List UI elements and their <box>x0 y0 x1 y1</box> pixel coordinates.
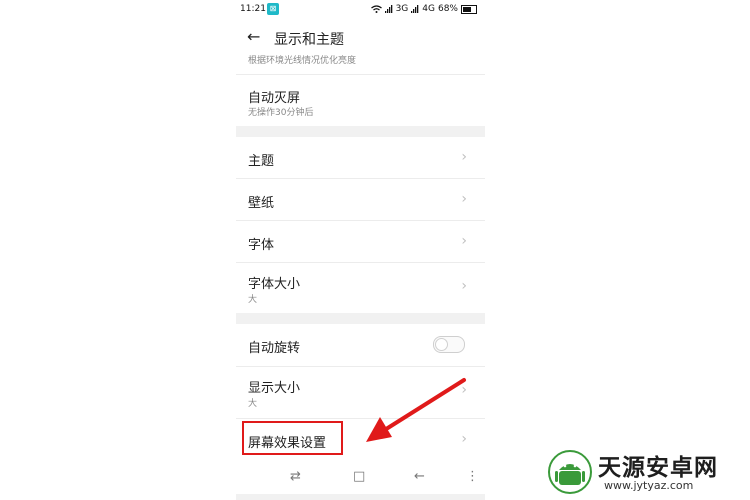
page-title: 显示和主题 <box>274 32 344 48</box>
signal-icon <box>411 5 419 13</box>
wifi-icon <box>370 5 382 13</box>
chevron-right-icon: › <box>461 382 467 398</box>
settings-card-theme: 主题 › 壁纸 › 字体 › 字体大小 大 › <box>236 137 485 313</box>
auto-rotate-row[interactable]: 自动旋转 <box>236 324 485 367</box>
status-indicators: 3G 4G 68% <box>370 4 477 14</box>
theme-row[interactable]: 主题 › <box>236 137 485 179</box>
chevron-right-icon: › <box>461 278 467 294</box>
auto-lock-title: 自动灭屏 <box>248 91 301 106</box>
navigation-bar: ⇄ □ ← ⋮ <box>236 462 485 494</box>
font-size-subtitle: 大 <box>248 295 258 305</box>
font-row[interactable]: 字体 › <box>236 221 485 263</box>
settings-card-screen: 根据环境光线情况优化亮度 自动灭屏 无操作30分钟后 <box>236 56 485 126</box>
display-size-row[interactable]: 显示大小 大 › <box>236 367 485 419</box>
display-size-title: 显示大小 <box>248 381 301 396</box>
battery-icon <box>461 4 477 14</box>
back-icon[interactable]: ← <box>414 469 425 484</box>
watermark-title: 天源安卓网 <box>598 455 718 481</box>
watermark: 天源安卓网 www.jytyaz.com <box>548 448 748 496</box>
display-size-subtitle: 大 <box>248 399 258 409</box>
network-4g-label: 4G <box>422 4 435 14</box>
app-bar: ← 显示和主题 <box>236 19 485 57</box>
font-size-title: 字体大小 <box>248 277 301 292</box>
arrow-left-icon[interactable]: ← <box>247 27 260 46</box>
network-3g-label: 3G <box>395 4 409 14</box>
wallpaper-title: 壁纸 <box>248 196 275 211</box>
chevron-right-icon: › <box>461 191 467 207</box>
auto-rotate-toggle[interactable] <box>433 336 465 353</box>
chevron-right-icon: › <box>461 149 467 165</box>
auto-rotate-title: 自动旋转 <box>248 341 301 356</box>
home-icon[interactable]: □ <box>353 469 365 484</box>
signal-icon <box>384 5 392 13</box>
theme-title: 主题 <box>248 154 275 169</box>
adaptive-brightness-subtitle: 根据环境光线情况优化亮度 <box>248 56 357 66</box>
chevron-right-icon: › <box>461 431 467 447</box>
recents-icon[interactable]: ⇄ <box>290 469 301 484</box>
chevron-right-icon: › <box>461 233 467 249</box>
notification-app-icon: ⊠ <box>267 3 279 15</box>
status-time: 11:21 <box>240 4 266 14</box>
watermark-url: www.jytyaz.com <box>604 479 694 492</box>
android-logo-icon <box>548 450 592 494</box>
font-size-row[interactable]: 字体大小 大 › <box>236 263 485 313</box>
wallpaper-row[interactable]: 壁纸 › <box>236 179 485 221</box>
auto-lock-subtitle: 无操作30分钟后 <box>248 108 314 118</box>
menu-icon[interactable]: ⋮ <box>466 469 479 484</box>
battery-percent: 68% <box>437 4 458 14</box>
toggle-knob <box>435 338 448 351</box>
highlight-box <box>242 421 343 455</box>
status-bar: 11:21 ⊠ 3G 4G 68% <box>236 0 485 19</box>
auto-lock-row[interactable]: 自动灭屏 无操作30分钟后 <box>236 75 485 126</box>
font-title: 字体 <box>248 238 275 253</box>
